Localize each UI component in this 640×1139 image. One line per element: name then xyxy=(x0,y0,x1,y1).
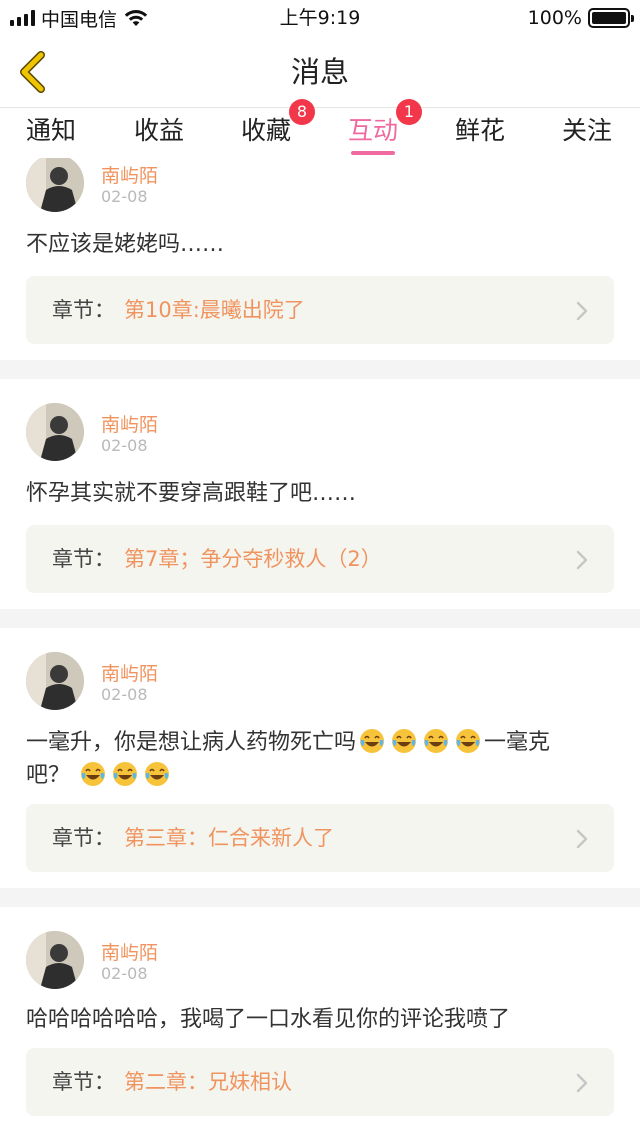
comment-text: 哈哈哈哈哈哈，我喝了一口水看见你的评论我喷了 xyxy=(26,1007,511,1032)
username[interactable]: 南屿陌 xyxy=(101,410,158,437)
active-tab-indicator xyxy=(351,151,395,155)
tab-following[interactable]: 关注 xyxy=(562,108,612,158)
message-card: 南屿陌 02-08 不应该是姥姥吗…… 章节： 第10章:晨曦出院了 xyxy=(0,158,640,360)
battery-percent: 100% xyxy=(527,7,582,29)
chapter-title: 第二章：兄妹相认 xyxy=(124,1070,292,1094)
chapter-title: 第7章；争分夺秒救人（2） xyxy=(124,547,382,571)
nav-bar: 消息 xyxy=(0,36,640,108)
tears-of-joy-emoji-icon xyxy=(77,762,109,788)
tab-label: 互动 xyxy=(348,116,399,145)
chapter-link[interactable]: 章节： 第三章：仁合来新人了 xyxy=(26,804,614,872)
chapter-link[interactable]: 章节： 第7章；争分夺秒救人（2） xyxy=(26,525,614,593)
status-right: 100% xyxy=(527,0,634,36)
tab-bar: 通知 收益 收藏 8 互动 1 鲜花 关注 xyxy=(0,99,640,158)
chapter-link[interactable]: 章节： 第二章：兄妹相认 xyxy=(26,1048,614,1116)
comment-part: 一毫升，你是想让病人药物死亡吗 xyxy=(26,730,357,755)
chapter-link[interactable]: 章节： 第10章:晨曦出院了 xyxy=(26,276,614,344)
chevron-right-icon xyxy=(576,829,588,849)
avatar[interactable] xyxy=(26,158,84,212)
chapter-label: 章节： xyxy=(52,1070,115,1094)
tears-of-joy-emoji-icon xyxy=(109,762,141,788)
username[interactable]: 南屿陌 xyxy=(101,659,158,686)
message-card: 南屿陌 02-08 哈哈哈哈哈哈，我喝了一口水看见你的评论我喷了 章节： 第二章… xyxy=(0,907,640,1139)
chevron-right-icon xyxy=(576,550,588,570)
chapter-label: 章节： xyxy=(52,826,115,850)
tears-of-joy-emoji-icon xyxy=(420,729,452,755)
status-bar: 中国电信 上午9:19 100% xyxy=(0,0,640,36)
username[interactable]: 南屿陌 xyxy=(101,161,158,188)
chapter-title: 第三章：仁合来新人了 xyxy=(124,826,334,850)
comment-part: 一毫克 xyxy=(484,730,551,755)
tab-notifications[interactable]: 通知 xyxy=(26,108,76,158)
tab-flowers[interactable]: 鲜花 xyxy=(455,108,505,158)
message-date: 02-08 xyxy=(101,436,148,455)
message-date: 02-08 xyxy=(101,964,148,983)
message-card: 南屿陌 02-08 怀孕其实就不要穿高跟鞋了吧…… 章节： 第7章；争分夺秒救人… xyxy=(0,379,640,609)
message-date: 02-08 xyxy=(101,685,148,704)
tears-of-joy-emoji-icon xyxy=(452,729,484,755)
tab-label: 关注 xyxy=(562,116,613,145)
battery-icon xyxy=(588,8,634,28)
tears-of-joy-emoji-icon xyxy=(388,729,420,755)
message-feed[interactable]: 南屿陌 02-08 不应该是姥姥吗…… 章节： 第10章:晨曦出院了 南屿陌 0… xyxy=(0,158,640,1139)
message-date: 02-08 xyxy=(101,187,148,206)
avatar[interactable] xyxy=(26,652,84,710)
tears-of-joy-emoji-icon xyxy=(356,729,388,755)
chevron-right-icon xyxy=(576,1073,588,1093)
tab-earnings[interactable]: 收益 xyxy=(134,108,184,158)
comment-part: 吧？ xyxy=(26,763,71,788)
username[interactable]: 南屿陌 xyxy=(101,938,158,965)
comment-text: 一毫升，你是想让病人药物死亡吗 一毫克 吧？ xyxy=(26,726,616,792)
chapter-label: 章节： xyxy=(52,547,115,571)
chevron-right-icon xyxy=(576,301,588,321)
tab-label: 收益 xyxy=(134,116,185,145)
tab-label: 收藏 xyxy=(241,116,292,145)
interactions-count-badge: 1 xyxy=(396,99,422,125)
tab-interactions[interactable]: 互动 1 xyxy=(348,99,422,158)
comment-text: 怀孕其实就不要穿高跟鞋了吧…… xyxy=(26,481,357,506)
tab-label: 鲜花 xyxy=(455,116,506,145)
favorites-count-badge: 8 xyxy=(289,99,315,125)
tab-label: 通知 xyxy=(26,116,77,145)
avatar[interactable] xyxy=(26,931,84,989)
tab-favorites[interactable]: 收藏 8 xyxy=(241,99,315,158)
page-title: 消息 xyxy=(290,55,349,89)
chapter-label: 章节： xyxy=(52,298,115,322)
tears-of-joy-emoji-icon xyxy=(141,762,173,788)
message-card: 南屿陌 02-08 一毫升，你是想让病人药物死亡吗 一毫克 吧？ 章节： 第三章：… xyxy=(0,628,640,888)
chapter-title: 第10章:晨曦出院了 xyxy=(124,298,305,322)
comment-text: 不应该是姥姥吗…… xyxy=(26,232,225,257)
avatar[interactable] xyxy=(26,403,84,461)
